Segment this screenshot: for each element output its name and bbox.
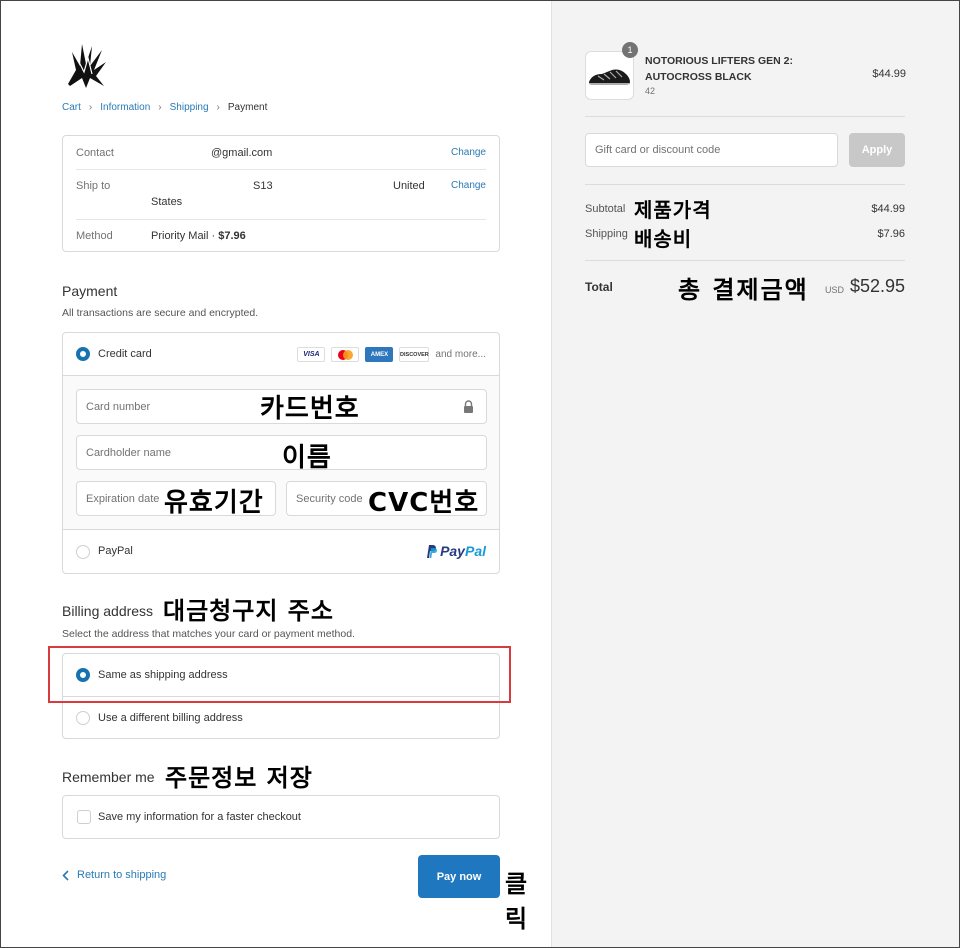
product-price: $44.99 [872, 68, 906, 80]
method-value: Priority Mail · $7.96 [151, 230, 246, 242]
discount-code-input[interactable]: Gift card or discount code [585, 133, 838, 167]
security-code-placeholder: Security code [296, 493, 363, 505]
method-name: Priority Mail · [151, 230, 219, 242]
card-number-placeholder: Card number [86, 401, 151, 413]
breadcrumb-information[interactable]: Information [100, 102, 150, 113]
discover-icon: DISCOVER [399, 347, 430, 362]
divider [585, 116, 905, 117]
paypal-radio[interactable] [76, 545, 90, 559]
paypal-label: PayPal [98, 545, 133, 557]
paypal-logo-pal: Pal [464, 543, 486, 559]
method-price: $7.96 [218, 230, 246, 242]
cardholder-name-placeholder: Cardholder name [86, 447, 171, 459]
paypal-logo-pay: Pay [440, 543, 465, 559]
payment-methods: Credit card VISA AMEX DISCOVER and more.… [62, 332, 500, 574]
breadcrumb-shipping[interactable]: Shipping [170, 102, 209, 113]
return-to-shipping-label: Return to shipping [77, 869, 167, 881]
shipping-label: Shipping [585, 228, 628, 240]
change-contact-link[interactable]: Change [451, 147, 486, 158]
annotation-shipping-fee: 배송비 [634, 227, 693, 251]
shipping-row: Shipping $7.96 [585, 228, 905, 240]
remember-label: Save my information for a faster checkou… [98, 811, 301, 823]
more-cards-text: and more... [435, 349, 486, 360]
annotation-click: 클릭 [505, 870, 529, 933]
annotation-billing: 대금청구지 주소 [163, 597, 334, 625]
subtotal-row: Subtotal $44.99 [585, 203, 905, 215]
paypal-icon [427, 544, 438, 558]
change-address-link[interactable]: Change [451, 180, 486, 191]
shipping-amount: $7.96 [877, 228, 905, 240]
discount-code-placeholder: Gift card or discount code [595, 144, 721, 156]
card-logos: VISA AMEX DISCOVER and more... [297, 347, 486, 362]
shoe-icon [589, 69, 630, 85]
annotation-product-price: 제품가격 [634, 198, 712, 222]
annotation-expiry: 유효기간 [164, 488, 264, 518]
ship-to-label: Ship to [76, 180, 111, 192]
breadcrumb: Cart › Information › Shipping › Payment [62, 102, 267, 113]
contact-value: @gmail.com [211, 147, 273, 159]
review-block: Contact @gmail.com Change Ship to S13 Un… [62, 135, 500, 252]
annotation-card-number: 카드번호 [260, 394, 360, 424]
amex-icon: AMEX [365, 347, 394, 362]
apply-button[interactable]: Apply [849, 133, 905, 167]
expiration-date-placeholder: Expiration date [86, 493, 160, 505]
chevron-right-icon: › [158, 102, 162, 113]
subtotal-amount: $44.99 [871, 203, 905, 215]
payment-subtitle: All transactions are secure and encrypte… [62, 307, 259, 319]
method-label: Method [76, 230, 113, 242]
highlight-box [48, 646, 511, 703]
annotation-cvc: CVC번호 [368, 488, 480, 518]
different-billing-radio[interactable] [76, 711, 90, 725]
paypal-logo: Pay Pal [425, 543, 486, 559]
contact-label: Contact [76, 147, 114, 159]
visa-icon: VISA [297, 347, 326, 362]
pay-now-button[interactable]: Pay now [418, 855, 500, 898]
ship-to-value-street: S13 [253, 180, 273, 192]
different-billing-option[interactable]: Use a different billing address [63, 697, 499, 739]
chevron-left-icon [62, 869, 69, 881]
checkout-main: Cart › Information › Shipping › Payment … [0, 0, 551, 948]
product-name: NOTORIOUS LIFTERS GEN 2: AUTOCROSS BLACK [645, 55, 793, 83]
product-variant: 42 [645, 86, 656, 96]
ship-to-value-country: United [393, 180, 425, 192]
remember-checkbox[interactable] [77, 810, 91, 824]
brand-logo[interactable] [62, 40, 110, 90]
billing-title: Billing address [62, 603, 154, 619]
total-currency: USD [825, 285, 845, 295]
remember-title: Remember me [62, 769, 155, 785]
total-amount: $52.95 [849, 276, 905, 296]
paypal-option[interactable]: PayPal Pay Pal [63, 530, 499, 573]
payment-title: Payment [62, 283, 118, 299]
quantity-badge: 1 [622, 42, 638, 58]
breadcrumb-cart[interactable]: Cart [62, 102, 81, 113]
product-thumbnail [585, 51, 634, 100]
chevron-right-icon: › [216, 102, 220, 113]
divider [76, 219, 486, 220]
annotation-remember: 주문정보 저장 [165, 764, 313, 792]
mastercard-icon [331, 347, 360, 362]
chevron-right-icon: › [88, 102, 93, 113]
return-to-shipping-link[interactable]: Return to shipping [62, 869, 166, 881]
total-label: Total [585, 280, 613, 294]
credit-card-label: Credit card [98, 348, 152, 360]
billing-subtitle: Select the address that matches your car… [62, 628, 355, 640]
credit-card-radio[interactable] [76, 347, 90, 361]
annotation-name: 이름 [282, 443, 332, 473]
ship-to-value-states: States [151, 196, 183, 208]
credit-card-option[interactable]: Credit card VISA AMEX DISCOVER and more.… [63, 333, 499, 376]
different-billing-label: Use a different billing address [98, 712, 243, 724]
remember-option[interactable]: Save my information for a faster checkou… [62, 795, 500, 839]
subtotal-label: Subtotal [585, 203, 626, 215]
lock-icon [464, 400, 473, 413]
divider [585, 184, 905, 185]
divider [76, 169, 486, 170]
divider [585, 260, 905, 261]
annotation-total: 총 결제금액 [678, 276, 809, 304]
breadcrumb-payment: Payment [227, 102, 268, 113]
